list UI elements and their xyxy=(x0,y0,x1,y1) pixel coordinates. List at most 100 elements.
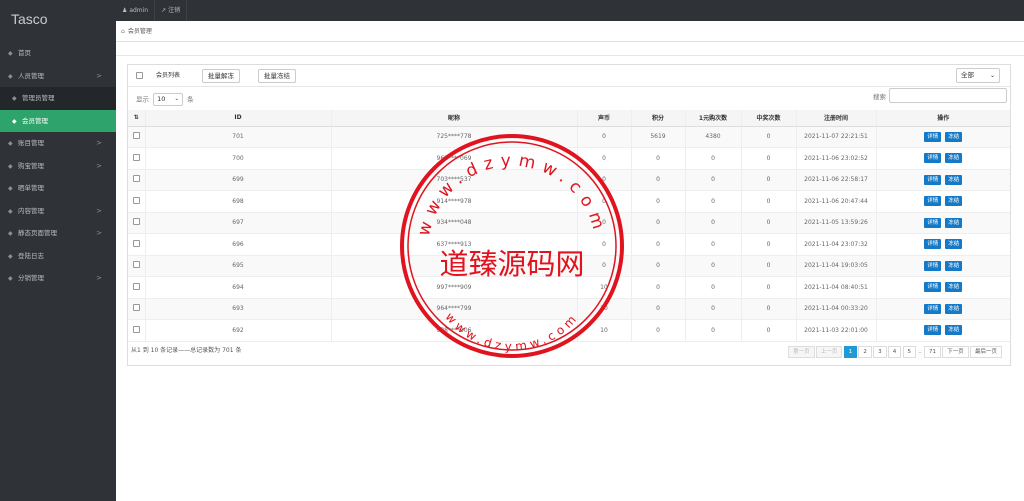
column-header-sort[interactable]: ⇅ xyxy=(128,110,145,127)
column-header-points[interactable]: 积分 xyxy=(630,110,685,127)
sidebar-item-admins[interactable]: ◆ 管理员管理 xyxy=(0,87,116,110)
column-header-buy-count[interactable]: 1元购次数 xyxy=(684,110,741,127)
cell-nickname: 934****048 xyxy=(330,212,577,234)
sidebar-item-login-log[interactable]: ◆ 登陆日志 xyxy=(0,245,116,268)
cell-buy-count: 0 xyxy=(684,233,741,256)
first-page-button[interactable]: 第一页 xyxy=(788,346,815,358)
sidebar-item-accounts[interactable]: ◆ 账目管理 > xyxy=(0,132,116,155)
detail-button[interactable]: 详情 xyxy=(924,260,942,271)
sidebar-item-content[interactable]: ◆ 内容管理 > xyxy=(0,200,116,223)
cell-win-count: 0 xyxy=(740,190,796,213)
list-toolbar: 会员列表 批量解冻 批量冻结 全部 ⌄ xyxy=(128,65,1010,87)
freeze-button[interactable]: 冻结 xyxy=(945,282,963,293)
user-menu[interactable]: ♟ admin xyxy=(116,0,156,21)
sidebar-item-purchases[interactable]: ◆ 购宝管理 > xyxy=(0,155,116,178)
cell-actions: 详情 冻结 xyxy=(875,212,1010,234)
page-button[interactable]: 4 xyxy=(887,346,902,358)
freeze-button[interactable]: 冻结 xyxy=(945,303,963,314)
detail-button[interactable]: 详情 xyxy=(924,325,942,336)
batch-unfreeze-button[interactable]: 批量解冻 xyxy=(202,69,240,83)
last-page-button[interactable]: 最后一页 xyxy=(969,346,1002,358)
sidebar-item-label: 人员管理 xyxy=(18,71,44,80)
home-icon[interactable]: ⌂ xyxy=(121,28,125,35)
page-button[interactable]: 5 xyxy=(902,346,917,358)
detail-button[interactable]: 详情 xyxy=(924,153,942,164)
cell-buy-count: 0 xyxy=(684,255,741,277)
cell-points: 0 xyxy=(630,298,685,320)
cell-actions: 详情 冻结 xyxy=(875,319,1010,342)
cell-register-time: 2021-11-04 19:03:05 xyxy=(795,255,876,277)
page-button[interactable]: 2 xyxy=(858,346,872,358)
row-checkbox[interactable] xyxy=(132,218,140,226)
prev-page-button[interactable]: 上一页 xyxy=(815,346,843,358)
cell-id: 698 xyxy=(144,190,331,213)
column-header-coin[interactable]: 声币 xyxy=(576,110,631,127)
detail-button[interactable]: 详情 xyxy=(924,196,942,207)
freeze-button[interactable]: 冻结 xyxy=(945,325,963,336)
row-checkbox[interactable] xyxy=(132,282,140,290)
row-checkbox[interactable] xyxy=(132,132,140,140)
detail-button[interactable]: 详情 xyxy=(924,239,942,250)
row-checkbox[interactable] xyxy=(132,261,140,269)
cell-coin: 0 xyxy=(576,147,631,170)
page-length-select[interactable]: 10 ⌄ xyxy=(153,93,184,106)
search-label: 搜索 xyxy=(873,93,886,101)
column-header-id[interactable]: ID xyxy=(144,110,331,127)
page-length-suffix: 条 xyxy=(187,95,194,104)
home-icon: ◆ xyxy=(12,95,17,102)
detail-button[interactable]: 详情 xyxy=(924,174,942,185)
freeze-button[interactable]: 冻结 xyxy=(945,260,963,271)
sidebar-item-home[interactable]: ◆ 首页 xyxy=(0,42,116,65)
detail-button[interactable]: 详情 xyxy=(924,303,942,314)
cell-register-time: 2021-11-04 00:33:20 xyxy=(795,298,876,320)
cell-coin: 10 xyxy=(576,319,631,342)
freeze-button[interactable]: 冻结 xyxy=(945,239,963,250)
column-header-win-count[interactable]: 中奖次数 xyxy=(740,110,796,127)
sidebar-item-static-pages[interactable]: ◆ 静态页面管理 > xyxy=(0,222,116,245)
page-button[interactable]: 3 xyxy=(873,346,887,358)
page-button[interactable]: 71 xyxy=(924,346,941,358)
page-button[interactable]: 1 xyxy=(843,346,858,358)
document-icon: ◆ xyxy=(8,207,13,215)
row-checkbox[interactable] xyxy=(132,175,140,183)
sidebar-item-personnel[interactable]: ◆ 人员管理 > xyxy=(0,65,116,88)
freeze-button[interactable]: 冻结 xyxy=(945,174,963,185)
sidebar-item-distribution[interactable]: ◆ 分销管理 > xyxy=(0,267,116,290)
record-info: 从1 到 10 条记录——总记录数为 701 条 xyxy=(131,347,242,354)
freeze-button[interactable]: 冻结 xyxy=(945,196,963,207)
cell-nickname: 964****799 xyxy=(330,298,577,320)
table-row: 697 934****048 0 0 0 0 2021-11-05 13:59:26 详情 冻结 xyxy=(128,212,1010,234)
detail-button[interactable]: 详情 xyxy=(924,282,942,293)
freeze-button[interactable]: 冻结 xyxy=(945,153,963,164)
table-header-row: ⇅ ID 昵称 声币 积分 1元购次数 中奖次数 注册时间 操作 xyxy=(128,110,1010,127)
cell-points: 0 xyxy=(630,255,685,277)
home-icon: ◆ xyxy=(12,117,17,125)
row-checkbox[interactable] xyxy=(132,304,140,312)
row-checkbox[interactable] xyxy=(132,325,140,333)
cell-actions: 详情 冻结 xyxy=(875,190,1010,213)
search-input[interactable] xyxy=(889,88,1007,103)
cell-nickname: 997****909 xyxy=(330,276,577,299)
column-header-nickname[interactable]: 昵称 xyxy=(330,110,577,127)
freeze-button[interactable]: 冻结 xyxy=(945,131,963,142)
detail-button[interactable]: 详情 xyxy=(924,217,942,228)
column-header-register-time[interactable]: 注册时间 xyxy=(795,110,876,127)
next-page-button[interactable]: 下一页 xyxy=(942,346,969,358)
table-row: 696 637****913 0 0 0 0 2021-11-04 23:07:32 详情 冻结 xyxy=(128,233,1010,256)
logout-button[interactable]: ↗ 注销 xyxy=(155,0,188,21)
select-all-checkbox[interactable] xyxy=(136,72,143,79)
share-icon: ↗ xyxy=(161,7,167,14)
status-filter-select[interactable]: 全部 ⌄ xyxy=(956,68,1000,83)
sidebar-item-members[interactable]: ◆ 会员管理 xyxy=(0,109,116,132)
row-checkbox[interactable] xyxy=(132,239,140,247)
row-checkbox[interactable] xyxy=(132,196,140,204)
detail-button[interactable]: 详情 xyxy=(924,131,942,142)
freeze-button[interactable]: 冻结 xyxy=(945,217,963,228)
table-row: 698 914****978 0 0 0 0 2021-11-06 20:47:44 详情 冻结 xyxy=(128,190,1010,213)
sidebar-item-label: 晒单管理 xyxy=(18,184,44,192)
cell-points: 0 xyxy=(630,147,685,170)
batch-freeze-button[interactable]: 批量冻结 xyxy=(258,69,296,83)
row-checkbox[interactable] xyxy=(132,153,140,161)
cell-coin: 0 xyxy=(576,190,631,213)
sidebar-item-showcase[interactable]: ◆ 晒单管理 xyxy=(0,177,116,200)
